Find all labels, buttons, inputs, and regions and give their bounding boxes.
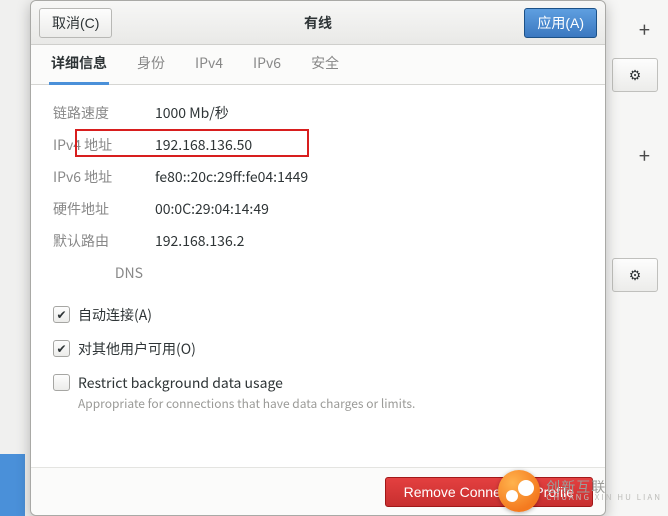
tab-ipv6[interactable]: IPv6 <box>251 45 283 85</box>
dialog-content: 链路速度 1000 Mb/秒 IPv4 地址 192.168.136.50 IP… <box>31 85 605 467</box>
hardware-address-value: 00:0C:29:04:14:49 <box>155 199 583 219</box>
restrict-bg-sublabel: Appropriate for connections that have da… <box>78 395 415 412</box>
settings-button-bg-2[interactable]: ⚙ <box>612 258 658 292</box>
apply-button[interactable]: 应用(A) <box>524 8 597 38</box>
options-group: 自动连接(A) 对其他用户可用(O) Restrict background d… <box>53 305 583 412</box>
cancel-button[interactable]: 取消(C) <box>39 8 112 38</box>
restrict-bg-label: Restrict background data usage <box>78 373 415 393</box>
tab-security[interactable]: 安全 <box>309 45 341 85</box>
auto-connect-checkbox[interactable] <box>53 306 70 323</box>
auto-connect-row: 自动连接(A) <box>53 305 583 325</box>
background-selection-highlight <box>0 454 25 516</box>
ipv4-address-value: 192.168.136.50 <box>155 135 583 155</box>
tab-identity[interactable]: 身份 <box>135 45 167 85</box>
dialog-tabs: 详细信息 身份 IPv4 IPv6 安全 <box>31 45 605 85</box>
restrict-bg-text[interactable]: Restrict background data usage Appropria… <box>78 373 415 412</box>
add-icon[interactable]: + <box>639 140 650 169</box>
gear-icon: ⚙ <box>629 65 642 85</box>
settings-button-bg-1[interactable]: ⚙ <box>612 58 658 92</box>
gear-icon: ⚙ <box>629 265 642 285</box>
link-speed-value: 1000 Mb/秒 <box>155 103 583 123</box>
link-speed-label: 链路速度 <box>53 103 143 123</box>
details-grid: 链路速度 1000 Mb/秒 IPv4 地址 192.168.136.50 IP… <box>53 103 583 283</box>
restrict-bg-checkbox[interactable] <box>53 374 70 391</box>
default-route-label: 默认路由 <box>53 231 143 251</box>
remove-profile-button[interactable]: Remove Connection Profile <box>385 477 593 507</box>
available-all-row: 对其他用户可用(O) <box>53 339 583 359</box>
tab-details[interactable]: 详细信息 <box>49 45 109 85</box>
dialog-title: 有线 <box>31 13 605 33</box>
ipv6-address-value: fe80::20c:29ff:fe04:1449 <box>155 167 583 187</box>
auto-connect-label[interactable]: 自动连接(A) <box>78 305 152 325</box>
add-icon[interactable]: + <box>639 14 650 43</box>
available-all-label[interactable]: 对其他用户可用(O) <box>78 339 196 359</box>
available-all-checkbox[interactable] <box>53 340 70 357</box>
ipv4-address-label: IPv4 地址 <box>53 135 143 155</box>
dns-label: DNS <box>53 263 143 283</box>
restrict-bg-row: Restrict background data usage Appropria… <box>53 373 583 412</box>
wired-connection-dialog: 取消(C) 有线 应用(A) 详细信息 身份 IPv4 IPv6 安全 链路速度… <box>30 0 606 516</box>
default-route-value: 192.168.136.2 <box>155 231 583 251</box>
dialog-footer: Remove Connection Profile <box>31 467 605 515</box>
dialog-titlebar: 取消(C) 有线 应用(A) <box>31 1 605 45</box>
ipv6-address-label: IPv6 地址 <box>53 167 143 187</box>
background-right-panel: + ⚙ + ⚙ <box>598 0 668 516</box>
tab-ipv4[interactable]: IPv4 <box>193 45 225 85</box>
hardware-address-label: 硬件地址 <box>53 199 143 219</box>
